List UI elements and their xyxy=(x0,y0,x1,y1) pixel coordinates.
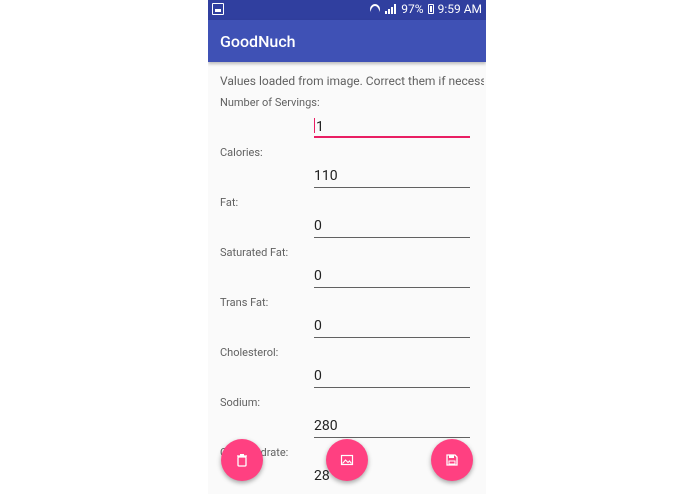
label-cholesterol: Cholesterol: xyxy=(220,346,279,359)
input-saturated-fat[interactable]: 0 xyxy=(314,266,470,288)
input-fat[interactable]: 0 xyxy=(314,216,470,238)
phone-screen: 97% 9:59 AM GoodNuch Values loaded from … xyxy=(208,0,486,494)
battery-icon xyxy=(427,4,434,14)
gallery-notification-icon xyxy=(212,3,224,15)
input-servings-value: 1 xyxy=(316,119,324,135)
label-calories: Calories: xyxy=(220,146,263,159)
delete-fab[interactable] xyxy=(221,439,263,481)
signal-icon xyxy=(385,4,397,14)
input-sodium[interactable]: 280 xyxy=(314,416,470,438)
status-bar: 97% 9:59 AM xyxy=(208,0,486,20)
trash-icon xyxy=(237,454,247,467)
label-trans-fat: Trans Fat: xyxy=(220,296,269,309)
app-title: GoodNuch xyxy=(220,32,296,51)
wifi-icon xyxy=(369,4,381,14)
text-cursor xyxy=(314,118,315,133)
label-sodium: Sodium: xyxy=(220,396,261,409)
input-calories[interactable]: 110 xyxy=(314,166,470,188)
input-cholesterol[interactable]: 0 xyxy=(314,366,470,388)
intro-text: Values loaded from image. Correct them i… xyxy=(220,74,484,88)
label-fat: Fat: xyxy=(220,196,239,209)
label-saturated-fat: Saturated Fat: xyxy=(220,246,289,259)
clock: 9:59 AM xyxy=(437,2,482,16)
app-bar: GoodNuch xyxy=(208,20,486,62)
input-servings[interactable]: 1 xyxy=(314,116,470,138)
battery-percent: 97% xyxy=(401,2,424,16)
label-servings: Number of Servings: xyxy=(220,96,320,109)
image-icon xyxy=(340,454,354,466)
input-trans-fat[interactable]: 0 xyxy=(314,316,470,338)
save-fab[interactable] xyxy=(431,439,473,481)
image-fab[interactable] xyxy=(326,439,368,481)
save-icon xyxy=(446,454,458,466)
